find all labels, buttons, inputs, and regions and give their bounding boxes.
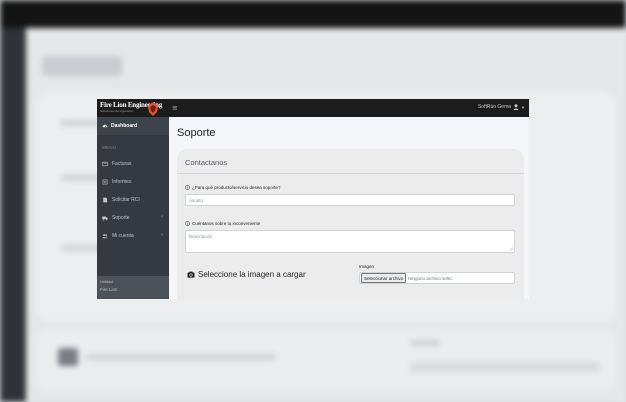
- brand-logo[interactable]: Fire Lion Engineering Soluciones de inge…: [100, 101, 164, 116]
- sidebar-item-facturas[interactable]: Facturas: [97, 157, 169, 171]
- sidebar-section-title: MENÚ: [102, 145, 117, 150]
- invoice-icon: [102, 161, 108, 167]
- backdrop-line: [410, 340, 440, 346]
- user-menu[interactable]: SoftRüo Gema ▼: [478, 104, 525, 110]
- file-icon: [103, 197, 108, 203]
- sidebar: Dashboard MENÚ Facturas Informes Solicit…: [97, 117, 169, 299]
- report-icon: [102, 179, 108, 185]
- sidebar-footer: Unidad Fire Lion: [97, 276, 169, 299]
- brand-tagline: Soluciones de ingeniería: [100, 109, 133, 113]
- user-icon: [513, 104, 519, 110]
- subject-placeholder: Asunto: [189, 197, 204, 203]
- upload-label-text: Seleccione la imagen a cargar: [198, 270, 306, 279]
- sidebar-item-mi-cuenta[interactable]: Mi cuenta ‹: [97, 229, 169, 243]
- description-textarea[interactable]: Descripción: [185, 230, 515, 253]
- subject-input[interactable]: Asunto: [185, 194, 515, 206]
- image-file-input[interactable]: Seleccionar archivo Ningúno archivo sele…: [359, 272, 515, 284]
- card-title: Contactanos: [185, 158, 228, 167]
- sidebar-item-label: Solicitar RCI: [112, 197, 140, 203]
- menu-toggle-button[interactable]: ≡: [172, 104, 178, 112]
- dashboard-icon: [102, 124, 108, 128]
- sidebar-item-label: Soporte: [112, 215, 130, 221]
- users-icon: [102, 234, 108, 239]
- sidebar-item-dashboard[interactable]: Dashboard: [97, 117, 169, 135]
- file-status-text: Ningúno archivo selec: [408, 275, 453, 281]
- product-question-text: ¿Para qué producto/servicio desea soport…: [192, 185, 281, 190]
- sidebar-item-label: Facturas: [112, 161, 132, 167]
- sidebar-item-label: Mi cuenta: [112, 233, 134, 239]
- backdrop-line: [410, 362, 600, 372]
- image-field-label: Imagen: [359, 264, 375, 269]
- backdrop-sidebar: [0, 28, 26, 402]
- choose-file-button[interactable]: Seleccionar archivo: [361, 273, 407, 283]
- resize-grip-icon[interactable]: [509, 247, 513, 251]
- contact-card: Contactanos ¿Para qué producto/servicio …: [177, 149, 524, 299]
- top-navbar: Fire Lion Engineering Soluciones de inge…: [97, 99, 529, 117]
- main-content: Soporte Contactanos ¿Para qué producto/s…: [169, 117, 529, 299]
- card-divider: [177, 173, 524, 174]
- chevron-left-icon: ‹: [161, 214, 163, 220]
- user-name: SoftRüo Gema: [477, 104, 512, 110]
- issue-question-label: Cuéntanos sobre tu inconveniente: [185, 221, 260, 226]
- sidebar-item-solicitar-rci[interactable]: Solicitar RCI: [97, 193, 169, 207]
- issue-question-text: Cuéntanos sobre tu inconveniente: [192, 221, 261, 226]
- chevron-left-icon: ‹: [161, 232, 163, 238]
- backdrop-title: [42, 56, 122, 76]
- sidebar-footer-value: Fire Lion: [100, 287, 118, 292]
- sidebar-item-soporte[interactable]: Soporte ‹: [97, 211, 169, 225]
- truck-icon: [102, 216, 108, 221]
- page-title: Soporte: [177, 127, 216, 139]
- sidebar-dashboard-label: Dashboard: [111, 123, 138, 129]
- backdrop-topbar: [0, 0, 626, 28]
- info-icon: [185, 185, 190, 190]
- product-question-label: ¿Para qué producto/servicio desea soport…: [185, 185, 281, 190]
- caret-down-icon: ▼: [521, 104, 525, 110]
- app-window: Fire Lion Engineering Soluciones de inge…: [97, 99, 529, 299]
- backdrop-line: [86, 354, 276, 360]
- sidebar-footer-label: Unidad: [100, 279, 113, 284]
- backdrop-bottom-card: [36, 330, 616, 390]
- sidebar-item-informes[interactable]: Informes: [97, 175, 169, 189]
- sidebar-item-label: Informes: [112, 179, 132, 185]
- camera-icon: [187, 271, 195, 278]
- lion-logo-icon: [148, 102, 158, 116]
- info-icon: [185, 221, 190, 226]
- upload-label: Seleccione la imagen a cargar: [187, 270, 306, 279]
- backdrop-camera-icon: [58, 348, 78, 366]
- description-placeholder: Descripción: [189, 234, 213, 239]
